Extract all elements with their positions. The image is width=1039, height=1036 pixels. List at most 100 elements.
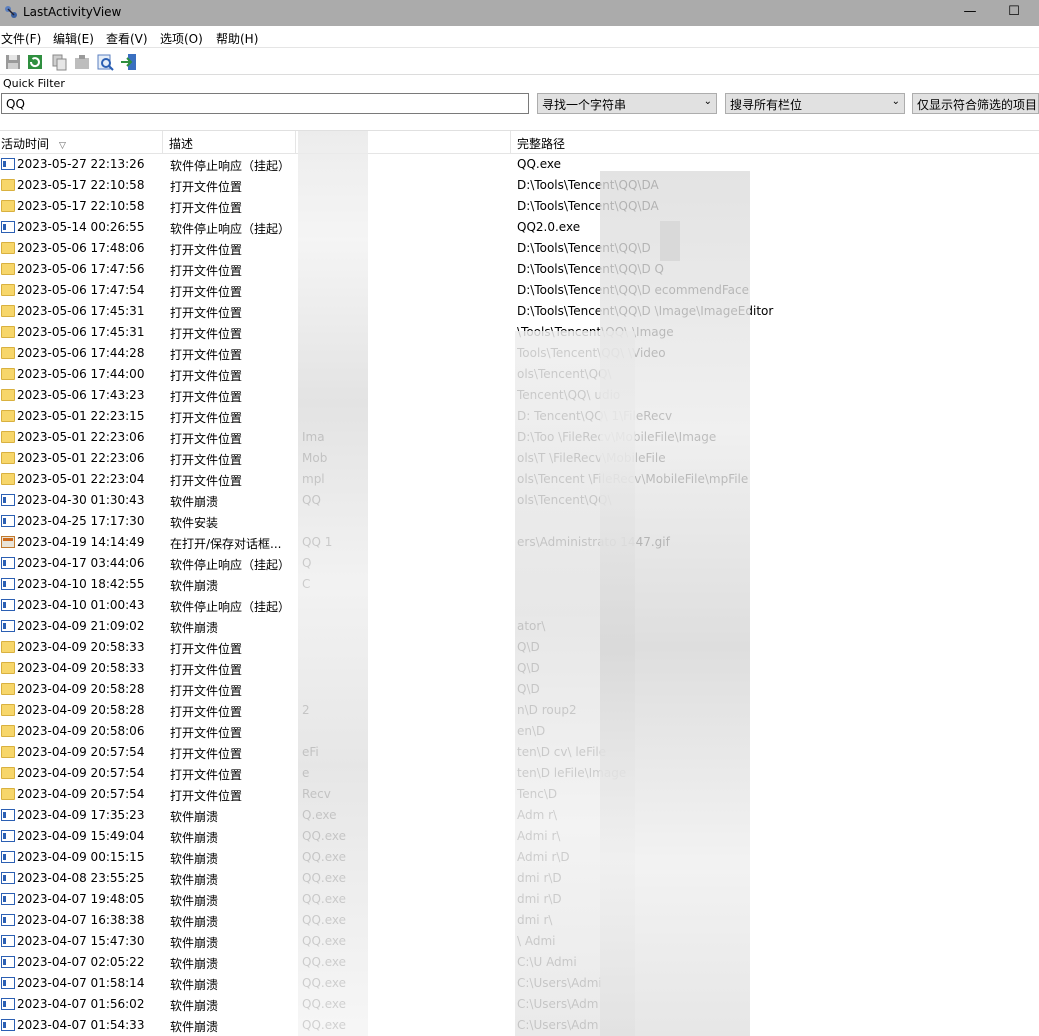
application-icon bbox=[1, 830, 15, 842]
cell-time: 2023-05-06 17:48:06 bbox=[17, 241, 145, 255]
cell-time: 2023-04-07 01:54:33 bbox=[17, 1018, 145, 1032]
column-header-full-path[interactable]: 完整路径 bbox=[511, 131, 1039, 154]
folder-icon bbox=[1, 662, 15, 674]
cell-time: 2023-04-07 19:48:05 bbox=[17, 892, 145, 906]
table-row[interactable]: 2023-05-06 17:47:56 打开文件位置 D:\Tools\Tencen… bbox=[0, 259, 1039, 280]
application-icon bbox=[1, 494, 15, 506]
cell-full-path: QQ.exe bbox=[517, 157, 561, 171]
cell-description: 软件崩溃 bbox=[170, 957, 219, 971]
cell-description: 软件崩溃 bbox=[170, 831, 219, 845]
maximize-icon[interactable]: ☐ bbox=[1004, 3, 1024, 23]
cell-time: 2023-04-07 16:38:38 bbox=[17, 913, 145, 927]
show-matching-only-button[interactable]: 仅显示符合筛选的项目 bbox=[912, 93, 1039, 114]
table-row[interactable]: 2023-05-06 17:45:31 打开文件位置 D:\Tools\Tencen… bbox=[0, 301, 1039, 322]
menu-file[interactable]: 文件(F) bbox=[1, 30, 41, 47]
cell-description: 软件停止响应（挂起） bbox=[170, 222, 291, 236]
sort-desc-icon: ▽ bbox=[59, 141, 66, 151]
menu-view[interactable]: 查看(V) bbox=[106, 30, 148, 47]
chevron-down-icon: ⌄ bbox=[891, 96, 900, 107]
cell-description: 打开文件位置 bbox=[170, 390, 243, 404]
properties-icon[interactable] bbox=[72, 52, 92, 72]
find-icon[interactable] bbox=[95, 52, 115, 72]
column-header-time-label: 活动时间 bbox=[1, 137, 50, 151]
cell-description: 打开文件位置 bbox=[170, 453, 243, 467]
table-row[interactable]: 2023-05-27 22:13:26 软件停止响应（挂起） QQ.exe bbox=[0, 154, 1039, 175]
table-row[interactable]: 2023-05-06 17:48:06 打开文件位置 D:\Tools\Tencen… bbox=[0, 238, 1039, 259]
title-bar: LastActivityView — ☐ bbox=[0, 0, 1039, 26]
dialog-icon bbox=[1, 536, 15, 548]
filter-scope-value: 搜寻所有栏位 bbox=[730, 98, 803, 112]
folder-icon bbox=[1, 347, 15, 359]
application-icon bbox=[1, 935, 15, 947]
exit-icon[interactable] bbox=[119, 52, 139, 72]
table-row[interactable]: 2023-05-17 22:10:58 打开文件位置 D:\Tools\Tencen… bbox=[0, 175, 1039, 196]
application-icon bbox=[1, 158, 15, 170]
cell-description: 打开文件位置 bbox=[170, 642, 243, 656]
filter-scope-select[interactable]: 搜寻所有栏位 ⌄ bbox=[725, 93, 905, 114]
cell-time: 2023-04-07 15:47:30 bbox=[17, 934, 145, 948]
cell-time: 2023-04-09 00:15:15 bbox=[17, 850, 145, 864]
cell-description: 软件崩溃 bbox=[170, 978, 219, 992]
cell-description: 打开文件位置 bbox=[170, 285, 243, 299]
cell-time: 2023-05-06 17:44:00 bbox=[17, 367, 145, 381]
table-row[interactable]: 2023-05-14 00:26:55 软件停止响应（挂起） QQ2.0.exe bbox=[0, 217, 1039, 238]
menu-options[interactable]: 选项(O) bbox=[160, 30, 203, 47]
minimize-icon[interactable]: — bbox=[960, 3, 980, 23]
cell-description: 软件安装 bbox=[170, 516, 219, 530]
application-icon bbox=[1, 620, 15, 632]
cell-description: 软件崩溃 bbox=[170, 495, 219, 509]
folder-icon bbox=[1, 452, 15, 464]
cell-time: 2023-04-09 21:09:02 bbox=[17, 619, 145, 633]
cell-time: 2023-04-25 17:17:30 bbox=[17, 514, 145, 528]
application-icon bbox=[1, 851, 15, 863]
folder-icon bbox=[1, 368, 15, 380]
cell-description: 打开文件位置 bbox=[170, 726, 243, 740]
cell-time: 2023-04-07 01:56:02 bbox=[17, 997, 145, 1011]
cell-description: 打开文件位置 bbox=[170, 369, 243, 383]
cell-description: 打开文件位置 bbox=[170, 474, 243, 488]
cell-description: 打开文件位置 bbox=[170, 789, 243, 803]
column-header-time[interactable]: 活动时间 ▽ bbox=[0, 131, 163, 154]
cell-description: 打开文件位置 bbox=[170, 348, 243, 362]
cell-time: 2023-05-17 22:10:58 bbox=[17, 199, 145, 213]
cell-time: 2023-05-06 17:45:31 bbox=[17, 325, 145, 339]
folder-icon bbox=[1, 788, 15, 800]
folder-icon bbox=[1, 179, 15, 191]
cell-description: 软件崩溃 bbox=[170, 936, 219, 950]
cell-time: 2023-04-19 14:14:49 bbox=[17, 535, 145, 549]
menu-help[interactable]: 帮助(H) bbox=[216, 30, 258, 47]
table-row[interactable]: 2023-05-06 17:47:54 打开文件位置 D:\Tools\Tencen… bbox=[0, 280, 1039, 301]
cell-description: 打开文件位置 bbox=[170, 768, 243, 782]
save-icon[interactable] bbox=[3, 52, 23, 72]
table-row[interactable]: 2023-05-17 22:10:58 打开文件位置 D:\Tools\Tencen… bbox=[0, 196, 1039, 217]
cell-description: 打开文件位置 bbox=[170, 663, 243, 677]
folder-icon bbox=[1, 263, 15, 275]
cell-time: 2023-04-09 20:58:28 bbox=[17, 703, 145, 717]
cell-description: 软件崩溃 bbox=[170, 873, 219, 887]
refresh-icon[interactable] bbox=[25, 52, 45, 72]
folder-icon bbox=[1, 305, 15, 317]
window-title: LastActivityView bbox=[23, 5, 122, 19]
cell-time: 2023-04-10 01:00:43 bbox=[17, 598, 145, 612]
cell-description: 打开文件位置 bbox=[170, 264, 243, 278]
application-icon bbox=[1, 515, 15, 527]
folder-icon bbox=[1, 641, 15, 653]
cell-description: 打开文件位置 bbox=[170, 684, 243, 698]
app-icon bbox=[5, 6, 17, 18]
quick-filter-input[interactable] bbox=[1, 93, 529, 114]
menu-edit[interactable]: 编辑(E) bbox=[53, 30, 94, 47]
cell-time: 2023-04-07 02:05:22 bbox=[17, 955, 145, 969]
cell-time: 2023-04-09 20:57:54 bbox=[17, 745, 145, 759]
copy-icon[interactable] bbox=[49, 52, 69, 72]
application-icon bbox=[1, 872, 15, 884]
folder-icon bbox=[1, 431, 15, 443]
filter-mode-select[interactable]: 寻找一个字符串 ⌄ bbox=[537, 93, 717, 114]
application-icon bbox=[1, 956, 15, 968]
column-header-description[interactable]: 描述 bbox=[163, 131, 296, 154]
folder-icon bbox=[1, 200, 15, 212]
column-header-row: 活动时间 ▽ 描述 完整路径 bbox=[0, 131, 1039, 154]
cell-time: 2023-04-09 20:58:28 bbox=[17, 682, 145, 696]
folder-icon bbox=[1, 473, 15, 485]
cell-time: 2023-04-10 18:42:55 bbox=[17, 577, 145, 591]
cell-full-path: D:\Tools\Tencent\QQ\DA bbox=[517, 178, 659, 192]
